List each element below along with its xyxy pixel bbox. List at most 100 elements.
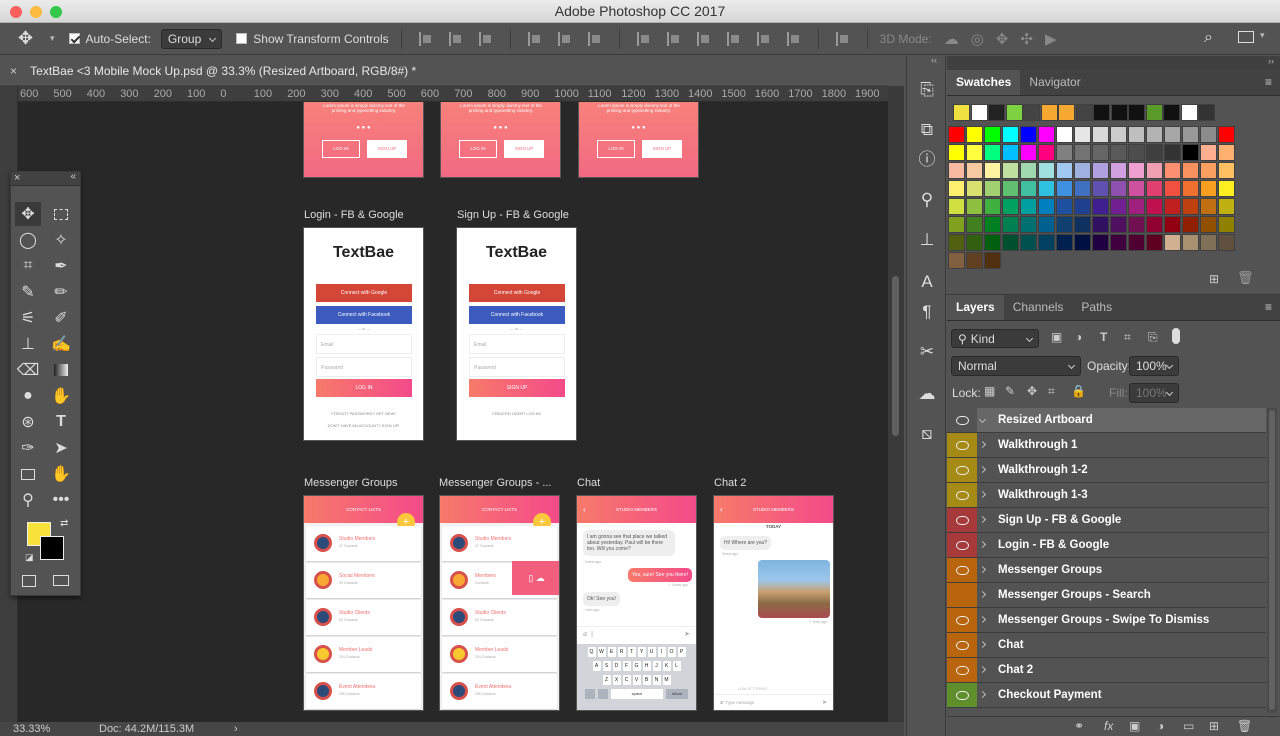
color-swatch[interactable] bbox=[1200, 144, 1217, 161]
info-panel-icon[interactable]: ⓘ bbox=[915, 148, 939, 172]
color-swatch[interactable] bbox=[1092, 216, 1109, 233]
fill-input[interactable]: 100% bbox=[1129, 383, 1179, 403]
zoom-tool-icon[interactable]: ⚲ bbox=[15, 488, 41, 512]
artboard-chat[interactable]: ‹ STUDIO MEMBERS I am gonna see that pla… bbox=[576, 495, 697, 711]
workspace-chevron-icon[interactable]: ▾ bbox=[1260, 30, 1265, 41]
color-swatch[interactable] bbox=[1146, 198, 1163, 215]
vertical-scrollbar[interactable] bbox=[888, 86, 904, 722]
more-tools-icon[interactable]: ••• bbox=[48, 488, 74, 512]
default-colors-icon[interactable]: ◪ bbox=[25, 552, 34, 563]
color-swatch[interactable] bbox=[1002, 234, 1019, 251]
layer-row[interactable]: Checkout Payment bbox=[947, 683, 1266, 708]
zoom-level[interactable]: 33.33% bbox=[13, 722, 50, 736]
color-swatch[interactable] bbox=[1056, 144, 1073, 161]
3d-panel-icon[interactable]: ⧉ bbox=[915, 118, 939, 142]
layer-visibility-eye-icon[interactable] bbox=[947, 583, 977, 607]
layer-expand-chevron-icon[interactable] bbox=[978, 565, 987, 574]
color-swatch[interactable] bbox=[1074, 126, 1091, 143]
stamp-tool-icon[interactable]: ⊥ bbox=[15, 332, 41, 356]
recent-swatch[interactable] bbox=[988, 104, 1005, 121]
type-tool-icon[interactable]: T bbox=[48, 410, 74, 434]
filter-toggle-icon[interactable] bbox=[1172, 328, 1180, 344]
recent-swatch[interactable] bbox=[1005, 104, 1023, 121]
layer-row[interactable]: Resized Artboard bbox=[947, 408, 1266, 433]
color-swatch[interactable] bbox=[1182, 162, 1199, 179]
color-swatch[interactable] bbox=[1020, 162, 1037, 179]
color-swatch[interactable] bbox=[1110, 234, 1127, 251]
layer-row[interactable]: Messenger Groups - Swipe To Dismiss bbox=[947, 608, 1266, 633]
pen-tool-icon[interactable]: ✑ bbox=[15, 436, 41, 460]
color-swatch[interactable] bbox=[1164, 180, 1181, 197]
color-swatch[interactable] bbox=[1200, 198, 1217, 215]
color-swatch[interactable] bbox=[1182, 234, 1199, 251]
swatches-menu-icon[interactable]: ≡ bbox=[1265, 75, 1272, 89]
color-swatch[interactable] bbox=[1200, 180, 1217, 197]
tab-swatches[interactable]: Swatches bbox=[947, 70, 1021, 95]
3d-scale-icon[interactable]: ▶ bbox=[1045, 30, 1057, 48]
color-swatch[interactable] bbox=[1146, 162, 1163, 179]
color-swatch[interactable] bbox=[1038, 162, 1055, 179]
color-swatch[interactable] bbox=[1038, 180, 1055, 197]
color-swatch[interactable] bbox=[1146, 234, 1163, 251]
minimize-window-button[interactable] bbox=[30, 6, 42, 18]
lock-transparent-icon[interactable]: ▦ bbox=[984, 384, 995, 398]
color-swatch[interactable] bbox=[1110, 198, 1127, 215]
doc-size[interactable]: Doc: 44.2M/115.3M bbox=[99, 722, 194, 736]
show-transform-checkbox[interactable] bbox=[236, 33, 248, 44]
color-swatch[interactable] bbox=[984, 234, 1001, 251]
layer-expand-chevron-icon[interactable] bbox=[978, 640, 987, 649]
color-swatch[interactable] bbox=[1164, 198, 1181, 215]
color-swatch[interactable] bbox=[966, 252, 983, 269]
color-swatch[interactable] bbox=[1128, 234, 1145, 251]
color-swatch[interactable] bbox=[984, 252, 1001, 269]
layer-expand-chevron-icon[interactable] bbox=[978, 690, 987, 699]
align-vcenter-icon[interactable] bbox=[448, 31, 463, 46]
color-swatch[interactable] bbox=[1056, 234, 1073, 251]
color-swatch[interactable] bbox=[1218, 162, 1235, 179]
color-swatch[interactable] bbox=[1218, 234, 1235, 251]
color-swatch[interactable] bbox=[948, 234, 965, 251]
blend-mode-dropdown[interactable]: Normal bbox=[951, 356, 1081, 376]
rectangle-tool-icon[interactable] bbox=[15, 462, 41, 486]
color-swatch[interactable] bbox=[1218, 180, 1235, 197]
color-swatch[interactable] bbox=[1182, 216, 1199, 233]
layer-visibility-eye-icon[interactable] bbox=[947, 483, 977, 507]
lock-image-icon[interactable]: ✎ bbox=[1005, 384, 1015, 398]
layer-kind-filter[interactable]: ⚲ Kind bbox=[951, 329, 1039, 348]
fx-icon[interactable]: fx bbox=[1104, 719, 1113, 733]
layer-visibility-eye-icon[interactable] bbox=[947, 433, 977, 457]
distribute-left-icon[interactable] bbox=[726, 31, 741, 46]
color-swatch[interactable] bbox=[948, 252, 965, 269]
color-swatch[interactable] bbox=[1200, 162, 1217, 179]
hand-tool-icon[interactable]: ✋ bbox=[48, 462, 74, 486]
recent-swatch[interactable] bbox=[953, 104, 970, 121]
artboard-chat-2[interactable]: ‹ STUDIO MEMBERS TODAY Hi! Where are you… bbox=[713, 495, 834, 711]
auto-select-dropdown[interactable]: Group bbox=[160, 28, 223, 49]
eyedropper-tool-icon[interactable]: ✒ bbox=[48, 254, 74, 278]
layer-visibility-eye-icon[interactable] bbox=[947, 458, 977, 482]
close-document-icon[interactable]: × bbox=[10, 64, 17, 78]
layer-row[interactable]: Login - FB & Google bbox=[947, 533, 1266, 558]
color-swatch[interactable] bbox=[966, 234, 983, 251]
layer-expand-chevron-icon[interactable] bbox=[978, 490, 987, 499]
color-swatch[interactable] bbox=[1092, 126, 1109, 143]
recent-swatch[interactable] bbox=[1145, 104, 1163, 121]
layer-visibility-eye-icon[interactable] bbox=[947, 658, 977, 682]
color-swatch[interactable] bbox=[1110, 180, 1127, 197]
color-swatch[interactable] bbox=[1092, 144, 1109, 161]
tab-channels[interactable]: Channels bbox=[1004, 295, 1073, 320]
color-swatch[interactable] bbox=[984, 126, 1001, 143]
recent-swatch[interactable] bbox=[1128, 104, 1145, 121]
color-swatch[interactable] bbox=[1164, 126, 1181, 143]
opacity-input[interactable]: 100% bbox=[1129, 356, 1179, 376]
color-swatch[interactable] bbox=[1128, 126, 1145, 143]
color-swatch[interactable] bbox=[1074, 234, 1091, 251]
color-swatch[interactable] bbox=[966, 162, 983, 179]
layer-visibility-eye-icon[interactable] bbox=[947, 683, 977, 707]
color-swatch[interactable] bbox=[1038, 234, 1055, 251]
color-swatch[interactable] bbox=[966, 144, 983, 161]
color-swatch[interactable] bbox=[1056, 198, 1073, 215]
status-menu-icon[interactable]: › bbox=[234, 722, 238, 736]
layer-row[interactable]: Walkthrough 1-3 bbox=[947, 483, 1266, 508]
layer-visibility-eye-icon[interactable] bbox=[947, 558, 977, 582]
